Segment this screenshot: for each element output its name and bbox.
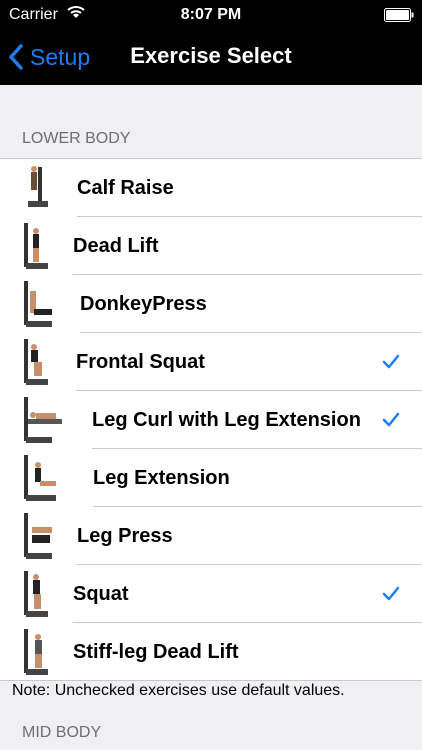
checkmark-icon — [382, 354, 400, 370]
exercise-thumbnail — [18, 625, 72, 679]
exercise-list: Calf Raise Dead Lift DonkeyPress Frontal Sq… — [0, 158, 422, 681]
exercise-thumbnail — [18, 567, 72, 621]
exercise-label: Leg Press — [77, 525, 173, 547]
exercise-label: Leg Curl with Leg Extension — [92, 409, 361, 431]
note-text: Note: Unchecked exercises use default va… — [12, 682, 345, 699]
exercise-row[interactable]: Calf Raise — [0, 159, 422, 217]
exercise-row[interactable]: Leg Press — [0, 507, 422, 565]
exercise-label: Frontal Squat — [76, 351, 205, 373]
exercise-row[interactable]: Dead Lift — [0, 217, 422, 275]
exercise-thumbnail — [18, 451, 72, 505]
status-bar: Carrier 8:07 PM — [0, 0, 422, 30]
exercise-label: Calf Raise — [77, 177, 174, 199]
exercise-thumbnail — [18, 509, 72, 563]
exercise-thumbnail — [18, 219, 72, 273]
battery-icon — [384, 8, 414, 22]
exercise-row[interactable]: Squat — [0, 565, 422, 623]
exercise-label: Squat — [73, 583, 129, 605]
exercise-row[interactable]: Leg Curl with Leg Extension — [0, 391, 422, 449]
page-title: Exercise Select — [130, 43, 292, 68]
exercise-thumbnail — [18, 393, 72, 447]
exercise-label: DonkeyPress — [80, 293, 207, 315]
exercise-row[interactable]: Leg Extension — [0, 449, 422, 507]
navigation-bar: Setup Exercise Select — [0, 30, 422, 85]
row-separator — [0, 680, 422, 681]
exercise-row[interactable]: Stiff-leg Dead Lift — [0, 623, 422, 681]
checkmark-icon — [382, 586, 400, 602]
exercise-thumbnail — [18, 335, 72, 389]
exercise-thumbnail — [18, 277, 72, 331]
exercise-label: Leg Extension — [93, 467, 230, 489]
exercise-row[interactable]: DonkeyPress — [0, 275, 422, 333]
status-time: 8:07 PM — [180, 6, 242, 23]
exercise-label: Dead Lift — [73, 235, 159, 257]
exercise-row[interactable]: Frontal Squat — [0, 333, 422, 391]
section-header-mid-body: MID BODY — [22, 724, 102, 741]
section-header-lower-body: LOWER BODY — [22, 130, 131, 147]
exercise-thumbnail — [18, 161, 72, 215]
exercise-label: Stiff-leg Dead Lift — [73, 641, 239, 663]
checkmark-icon — [382, 412, 400, 428]
